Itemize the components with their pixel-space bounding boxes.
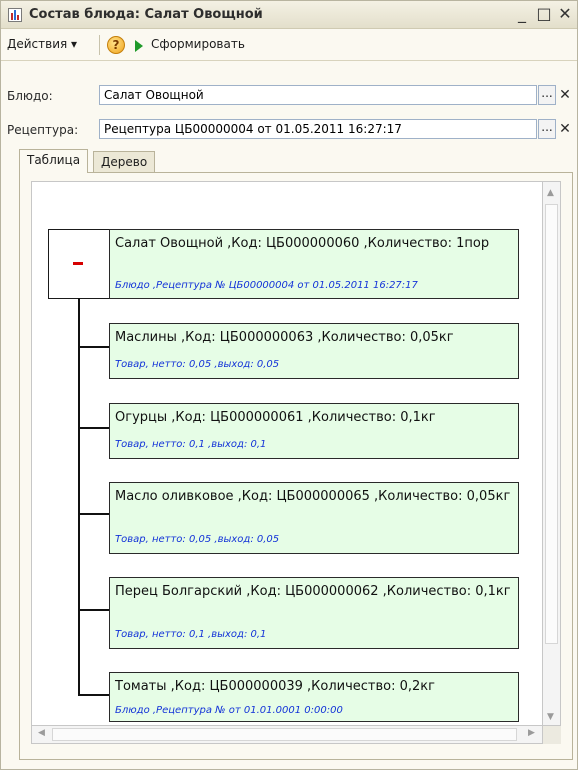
tree-branch [78, 694, 109, 696]
minimize-button[interactable]: _ [513, 4, 531, 24]
form-button[interactable]: Сформировать [151, 37, 245, 51]
tab-tree[interactable]: Дерево [93, 151, 156, 173]
tree-connector [78, 298, 80, 696]
scroll-down-icon[interactable]: ▼ [547, 712, 554, 722]
actions-menu-button[interactable]: Действия ▾ [7, 37, 77, 51]
scroll-corner [543, 726, 561, 744]
recipe-clear-icon[interactable]: ✕ [557, 119, 573, 139]
window: Состав блюда: Салат Овощной _ □ ✕ Действ… [0, 0, 578, 770]
dish-select-button[interactable]: ... [538, 85, 556, 105]
node-subtitle: Товар, нетто: 0,1 ,выход: 0,1 [115, 629, 267, 640]
horizontal-scrollbar[interactable]: ◀ ▶ [31, 726, 543, 744]
node-subtitle: Товар, нетто: 0,05 ,выход: 0,05 [115, 359, 280, 370]
tree-node[interactable]: Томаты ,Код: ЦБ000000039 ,Количество: 0,… [109, 672, 519, 722]
recipe-label: Рецептура: [7, 123, 79, 137]
play-icon[interactable] [135, 40, 143, 52]
recipe-field[interactable]: Рецептура ЦБ00000004 от 01.05.2011 16:27… [99, 119, 537, 139]
node-subtitle: Товар, нетто: 0,05 ,выход: 0,05 [115, 534, 280, 545]
node-title: Томаты ,Код: ЦБ000000039 ,Количество: 0,… [115, 679, 435, 694]
title-bar: Состав блюда: Салат Овощной _ □ ✕ [1, 1, 577, 29]
scroll-left-icon[interactable]: ◀ [38, 728, 45, 738]
tree-node[interactable]: Маслины ,Код: ЦБ000000063 ,Количество: 0… [109, 323, 519, 379]
horizontal-scroll-thumb[interactable] [52, 728, 517, 741]
node-title: Маслины ,Код: ЦБ000000063 ,Количество: 0… [115, 330, 454, 345]
node-subtitle: Блюдо ,Рецептура № ЦБ00000004 от 01.05.2… [115, 280, 418, 291]
tree-node[interactable]: Огурцы ,Код: ЦБ000000061 ,Количество: 0,… [109, 403, 519, 459]
node-title: Масло оливковое ,Код: ЦБ000000065 ,Колич… [115, 489, 511, 504]
recipe-select-button[interactable]: ... [538, 119, 556, 139]
toolbar: Действия ▾ ? Сформировать [1, 29, 577, 61]
node-title: Перец Болгарский ,Код: ЦБ000000062 ,Коли… [115, 584, 511, 599]
tree-node[interactable]: Перец Болгарский ,Код: ЦБ000000062 ,Коли… [109, 577, 519, 649]
close-button[interactable]: ✕ [556, 4, 574, 24]
tree-branch [78, 346, 109, 348]
tree-branch [78, 513, 109, 515]
vertical-scrollbar[interactable]: ▲ ▼ [543, 181, 561, 726]
tree-branch [78, 609, 109, 611]
maximize-button[interactable]: □ [535, 4, 553, 24]
node-title: Салат Овощной ,Код: ЦБ000000060 ,Количес… [115, 236, 490, 251]
scroll-up-icon[interactable]: ▲ [547, 188, 554, 198]
node-title: Огурцы ,Код: ЦБ000000061 ,Количество: 0,… [115, 410, 436, 425]
tree-branch [78, 427, 109, 429]
vertical-scroll-thumb[interactable] [545, 204, 558, 644]
tree-node[interactable]: Масло оливковое ,Код: ЦБ000000065 ,Колич… [109, 482, 519, 554]
node-subtitle: Товар, нетто: 0,1 ,выход: 0,1 [115, 439, 267, 450]
scroll-right-icon[interactable]: ▶ [528, 728, 535, 738]
collapse-toggle[interactable] [48, 229, 110, 299]
window-title: Состав блюда: Салат Овощной [29, 7, 263, 22]
minus-icon [73, 262, 83, 265]
tab-table[interactable]: Таблица [19, 149, 89, 173]
dish-label: Блюдо: [7, 89, 53, 103]
help-icon[interactable]: ? [107, 36, 125, 54]
node-subtitle: Блюдо ,Рецептура № от 01.01.0001 0:00:00 [115, 705, 343, 716]
report-icon [8, 8, 22, 22]
dish-clear-icon[interactable]: ✕ [557, 85, 573, 105]
dish-field[interactable]: Салат Овощной [99, 85, 537, 105]
toolbar-separator [99, 35, 100, 55]
root-node[interactable]: Салат Овощной ,Код: ЦБ000000060 ,Количес… [109, 229, 519, 299]
